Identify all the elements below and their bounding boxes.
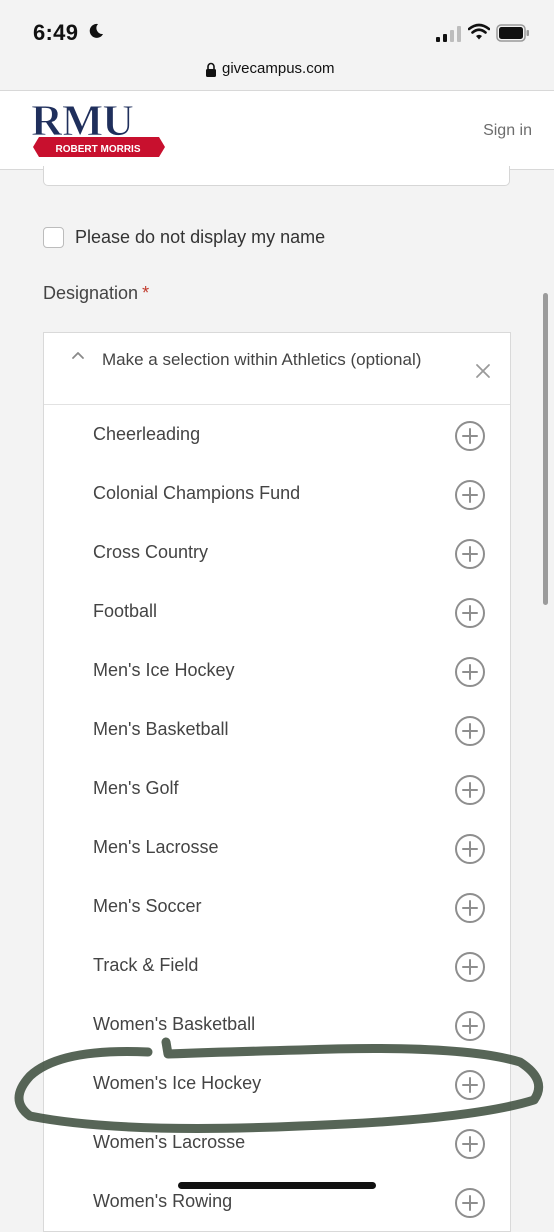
plus-circle-icon[interactable]	[454, 833, 486, 865]
designation-label: Designation *	[43, 283, 149, 304]
option-item[interactable]: Men's Basketball	[44, 701, 510, 760]
option-item[interactable]: Track & Field	[44, 937, 510, 996]
designation-label-text: Designation	[43, 283, 139, 303]
anonymous-checkbox-label[interactable]: Please do not display my name	[75, 227, 325, 248]
cellular-signal-icon	[436, 26, 461, 42]
plus-circle-icon[interactable]	[454, 1187, 486, 1219]
plus-circle-icon[interactable]	[454, 715, 486, 747]
plus-circle-icon[interactable]	[454, 420, 486, 452]
previous-input-field[interactable]	[43, 166, 510, 186]
option-label: Men's Soccer	[93, 896, 202, 916]
option-item[interactable]: Cheerleading	[44, 406, 510, 465]
option-item[interactable]: Men's Golf	[44, 760, 510, 819]
plus-circle-icon[interactable]	[454, 538, 486, 570]
option-label: Men's Ice Hockey	[93, 660, 235, 680]
svg-text:ROBERT MORRIS: ROBERT MORRIS	[56, 144, 141, 155]
url-text[interactable]: givecampus.com	[222, 60, 335, 77]
home-indicator	[178, 1182, 376, 1189]
plus-circle-icon[interactable]	[454, 892, 486, 924]
plus-circle-icon[interactable]	[454, 479, 486, 511]
option-label: Cheerleading	[93, 424, 201, 444]
option-item[interactable]: Men's Lacrosse	[44, 819, 510, 878]
option-label: Men's Golf	[93, 778, 179, 798]
option-label: Men's Basketball	[93, 719, 229, 739]
option-label: Men's Lacrosse	[93, 837, 219, 857]
moon-icon	[89, 23, 103, 38]
wifi-icon	[468, 23, 490, 40]
option-label: Track & Field	[93, 955, 199, 975]
battery-icon	[496, 24, 529, 42]
select-title[interactable]: Make a selection within Athletics (optio…	[102, 346, 422, 373]
option-label: Women's Rowing	[93, 1191, 233, 1211]
scrollbar[interactable]	[543, 293, 548, 605]
plus-circle-icon[interactable]	[454, 597, 486, 629]
option-label: Football	[93, 601, 158, 621]
hand-drawn-circle-annotation	[14, 1037, 544, 1133]
option-item[interactable]: Colonial Champions Fund	[44, 465, 510, 524]
option-item[interactable]: Men's Ice Hockey	[44, 642, 510, 701]
plus-circle-icon[interactable]	[454, 656, 486, 688]
option-item[interactable]: Cross Country	[44, 524, 510, 583]
chevron-up-icon[interactable]	[70, 349, 86, 361]
option-item[interactable]: Men's Soccer	[44, 878, 510, 937]
option-label: Cross Country	[93, 542, 209, 562]
plus-circle-icon[interactable]	[454, 774, 486, 806]
sign-in-link[interactable]: Sign in	[483, 122, 532, 140]
close-icon[interactable]	[474, 362, 492, 380]
rmu-logo[interactable]: RMU ROBERT MORRIS	[27, 95, 169, 163]
status-time: 6:49	[33, 20, 79, 45]
plus-circle-icon[interactable]	[454, 951, 486, 983]
anonymous-checkbox[interactable]	[43, 227, 64, 248]
option-label: Colonial Champions Fund	[93, 483, 301, 503]
lock-icon	[206, 62, 216, 77]
option-item[interactable]: Football	[44, 583, 510, 642]
required-marker: *	[142, 283, 150, 303]
